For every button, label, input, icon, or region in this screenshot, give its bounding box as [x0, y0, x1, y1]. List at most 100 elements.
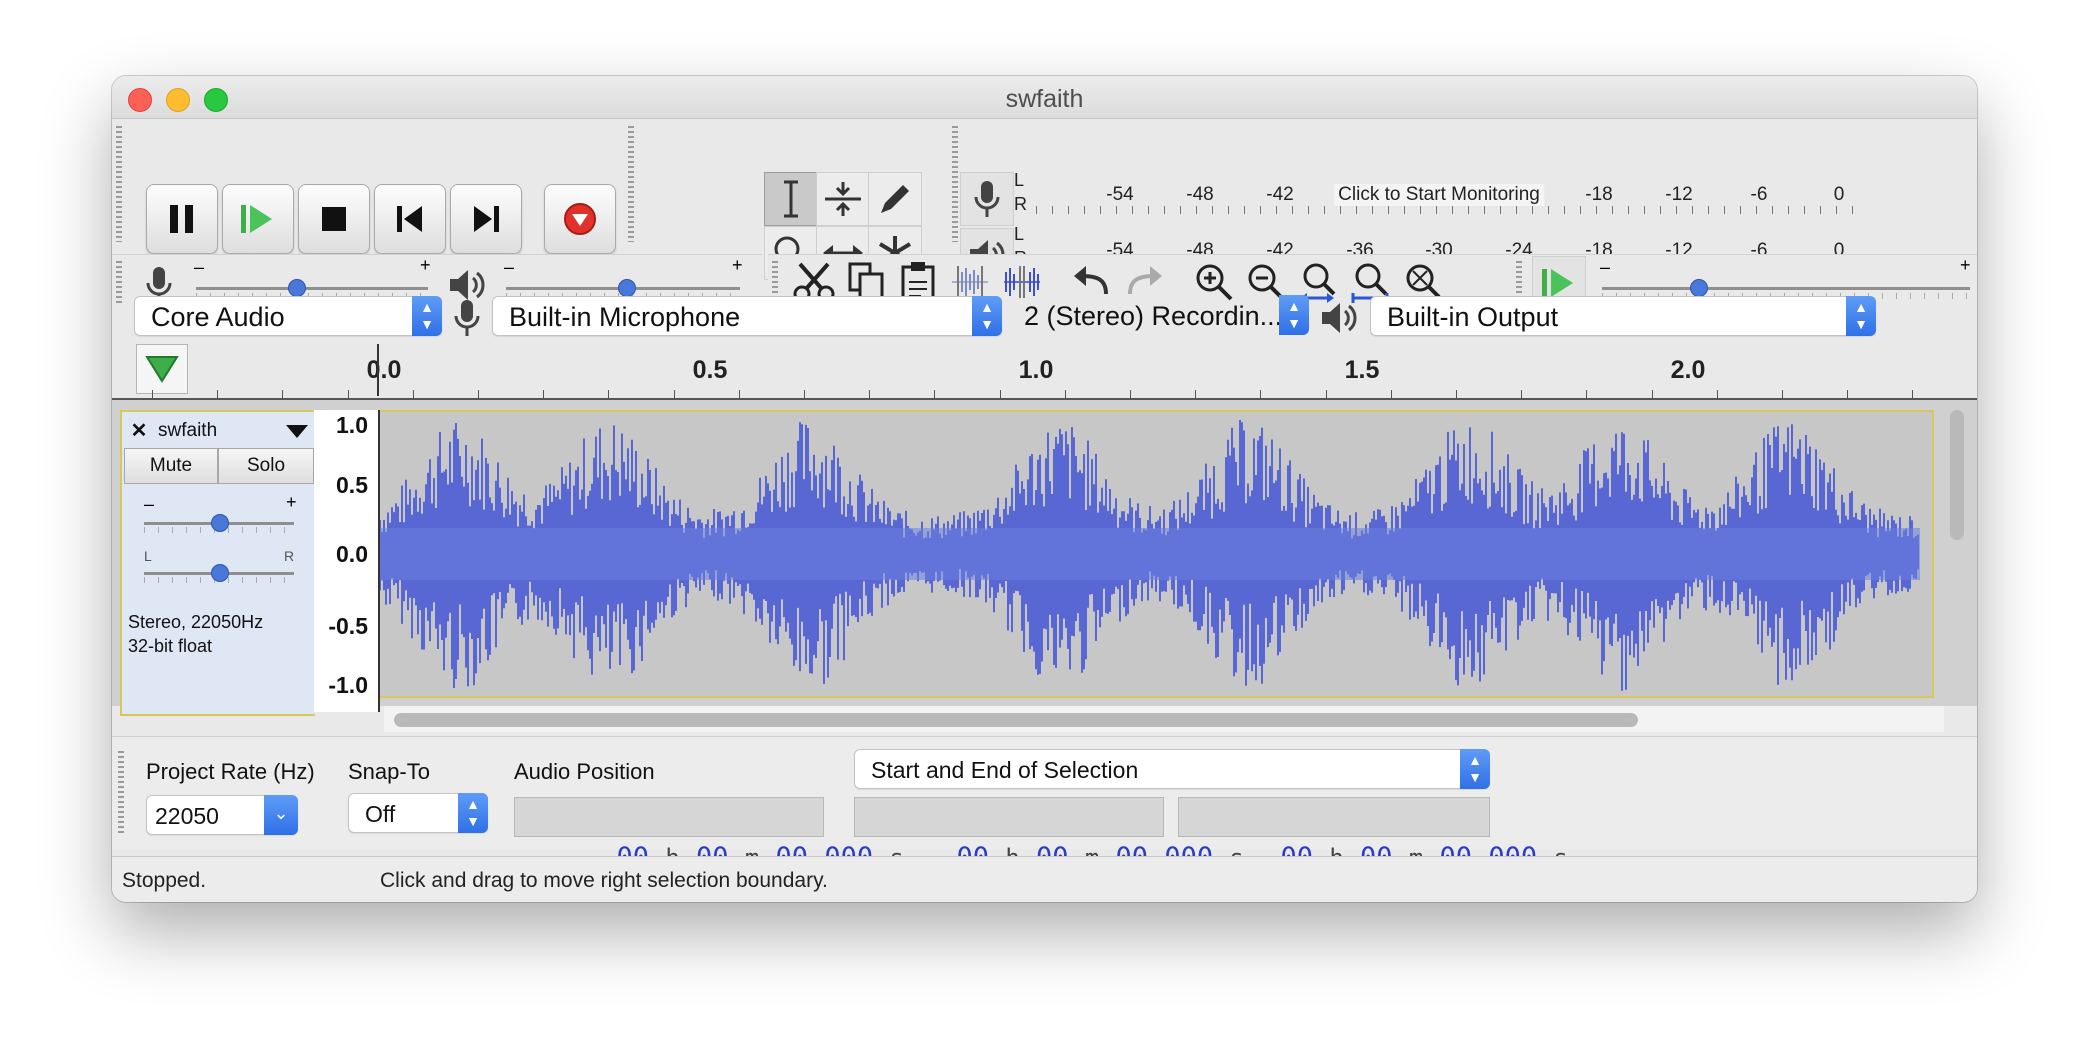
microphone-icon — [974, 181, 1000, 217]
skip-to-end-button[interactable] — [450, 184, 522, 254]
i-beam-icon — [784, 180, 798, 218]
pause-icon — [170, 205, 193, 233]
dropdown-chevron-icon: ⌄ — [264, 795, 298, 835]
audio-position-field[interactable]: 00 h 00 m 00.000 s▼ — [514, 797, 915, 873]
waveform-display[interactable] — [380, 410, 1934, 698]
record-volume-knob[interactable] — [288, 279, 306, 297]
amplitude-label: 0.0 — [336, 541, 368, 567]
status-state: Stopped. — [122, 869, 207, 892]
meter-ticks — [1036, 206, 1854, 214]
stop-icon — [322, 207, 346, 231]
record-meter-hint[interactable]: Click to Start Monitoring — [1334, 184, 1544, 206]
play-at-speed-icon — [1542, 269, 1573, 297]
project-rate-select[interactable]: 22050 ⌄ — [146, 795, 298, 835]
selection-end-field[interactable]: 00 h 00 m 00.000 s▼ — [1178, 797, 1579, 873]
record-meter[interactable]: -54 -48 -42 Click to Start Monitoring -1… — [1036, 174, 1854, 216]
meter-tick-label: -42 — [1266, 184, 1294, 205]
track-name-menu[interactable]: swfaith — [154, 416, 312, 446]
record-meter-right-label: R — [1014, 194, 1027, 214]
ruler-tick — [1847, 390, 1848, 398]
ruler-tick — [739, 390, 740, 398]
ruler-tick — [1065, 390, 1066, 398]
track-gain-knob[interactable] — [211, 514, 229, 532]
record-button[interactable] — [544, 184, 616, 254]
ruler-tick — [1912, 390, 1913, 398]
mute-button[interactable]: Mute — [124, 448, 218, 484]
track-gain-slider[interactable] — [144, 512, 294, 534]
toolbar-grip[interactable] — [116, 261, 122, 303]
selection-tool[interactable] — [764, 172, 818, 226]
stop-button[interactable] — [298, 184, 370, 254]
horizontal-scrollbar[interactable] — [384, 706, 1944, 732]
ruler-tick — [869, 390, 870, 398]
toolbar-grip[interactable] — [118, 751, 124, 835]
amplitude-label: 0.5 — [336, 472, 368, 498]
snap-to-value: Off — [365, 801, 396, 827]
selection-mode-select[interactable]: Start and End of Selection ▲ ▼ — [854, 749, 1490, 789]
audio-host-select[interactable]: Core Audio ▲ ▼ — [134, 296, 442, 336]
track-area: ✕ swfaith Mute Solo – + L R Stereo, 2205… — [112, 400, 1977, 716]
skip-to-start-button[interactable] — [374, 184, 446, 254]
ruler-tick — [1000, 390, 1001, 398]
meter-tick-label: -18 — [1585, 184, 1613, 205]
recording-device-select[interactable]: Built-in Microphone ▲ ▼ — [492, 296, 1002, 336]
play-button[interactable] — [222, 184, 294, 254]
solo-button[interactable]: Solo — [218, 448, 314, 484]
ruler-tick — [608, 390, 609, 398]
playback-volume-knob[interactable] — [618, 279, 636, 297]
envelope-tool[interactable] — [816, 172, 870, 226]
selection-start-field[interactable]: 00 h 00 m 00.000 s▼ — [854, 797, 1255, 873]
playback-device-select[interactable]: Built-in Output ▲ ▼ — [1370, 296, 1876, 336]
horizontal-scroll-thumb[interactable] — [394, 713, 1638, 727]
ruler-tick — [543, 390, 544, 398]
toolbar-grip[interactable] — [116, 126, 122, 242]
meter-tick-label: -6 — [1750, 184, 1768, 205]
timeline-quick-play-button[interactable] — [136, 344, 188, 394]
ruler-tick — [674, 390, 675, 398]
ruler-tick — [413, 390, 414, 398]
playback-speed-knob[interactable] — [1690, 279, 1708, 297]
track-control-panel[interactable]: ✕ swfaith Mute Solo – + L R Stereo, 2205… — [120, 410, 315, 716]
record-meter-button[interactable] — [960, 172, 1014, 226]
track-close-button[interactable]: ✕ — [126, 416, 152, 446]
amplitude-label: -1.0 — [328, 672, 368, 698]
audio-position-label: Audio Position — [514, 759, 655, 784]
meter-tick-label: -48 — [1186, 184, 1214, 205]
play-position-marker[interactable] — [377, 344, 379, 396]
toolbar-grip[interactable] — [952, 126, 958, 242]
amplitude-ruler: 1.0 0.5 0.0 -0.5 -1.0 — [314, 410, 380, 712]
status-message: Click and drag to move right selection b… — [380, 869, 828, 892]
time-label: 0.0 — [366, 356, 402, 384]
waveform — [380, 420, 1920, 691]
select-arrows-icon: ▲ ▼ — [972, 296, 1002, 336]
meter-tick-label: -12 — [1665, 184, 1693, 205]
play-icon — [241, 205, 272, 233]
track-pan-slider[interactable] — [144, 562, 294, 584]
toolbar-grip[interactable] — [628, 126, 634, 242]
vertical-scroll-thumb[interactable] — [1950, 410, 1964, 540]
project-rate-value: 22050 — [155, 803, 219, 829]
snap-to-label: Snap-To — [348, 759, 430, 784]
track-pan-knob[interactable] — [211, 564, 229, 582]
time-label: 1.0 — [1018, 356, 1054, 384]
draw-tool[interactable] — [868, 172, 922, 226]
ruler-tick — [1260, 390, 1261, 398]
ruler-tick — [1195, 390, 1196, 398]
meter-toolbar: L R L R -54 -48 -42 Click to Start Monit… — [950, 120, 1960, 282]
snap-to-select[interactable]: Off ▲ ▼ — [348, 793, 488, 833]
ruler-tick — [934, 390, 935, 398]
transport-toolbar — [112, 120, 622, 254]
timeline-ruler[interactable]: 0.0 0.5 1.0 1.5 2.0 — [112, 342, 1977, 400]
record-volume-plus: + — [420, 255, 431, 275]
pause-button[interactable] — [146, 184, 218, 254]
meter-tick-label: -54 — [1106, 184, 1134, 205]
ruler-tick — [1586, 390, 1587, 398]
recording-channels-value: 2 (Stereo) Recordin... — [1024, 301, 1283, 331]
ruler-tick — [1391, 390, 1392, 398]
recording-channels-select[interactable]: 2 (Stereo) Recordin... ▲ ▼ — [1008, 295, 1309, 336]
window-title: swfaith — [1005, 85, 1084, 113]
selection-toolbar: Project Rate (Hz) 22050 ⌄ Snap-To Off ▲ ▼… — [112, 736, 1977, 873]
track-format-line2: 32-bit float — [128, 636, 213, 656]
ruler-tick — [1456, 390, 1457, 398]
time-label: 0.5 — [692, 356, 728, 384]
